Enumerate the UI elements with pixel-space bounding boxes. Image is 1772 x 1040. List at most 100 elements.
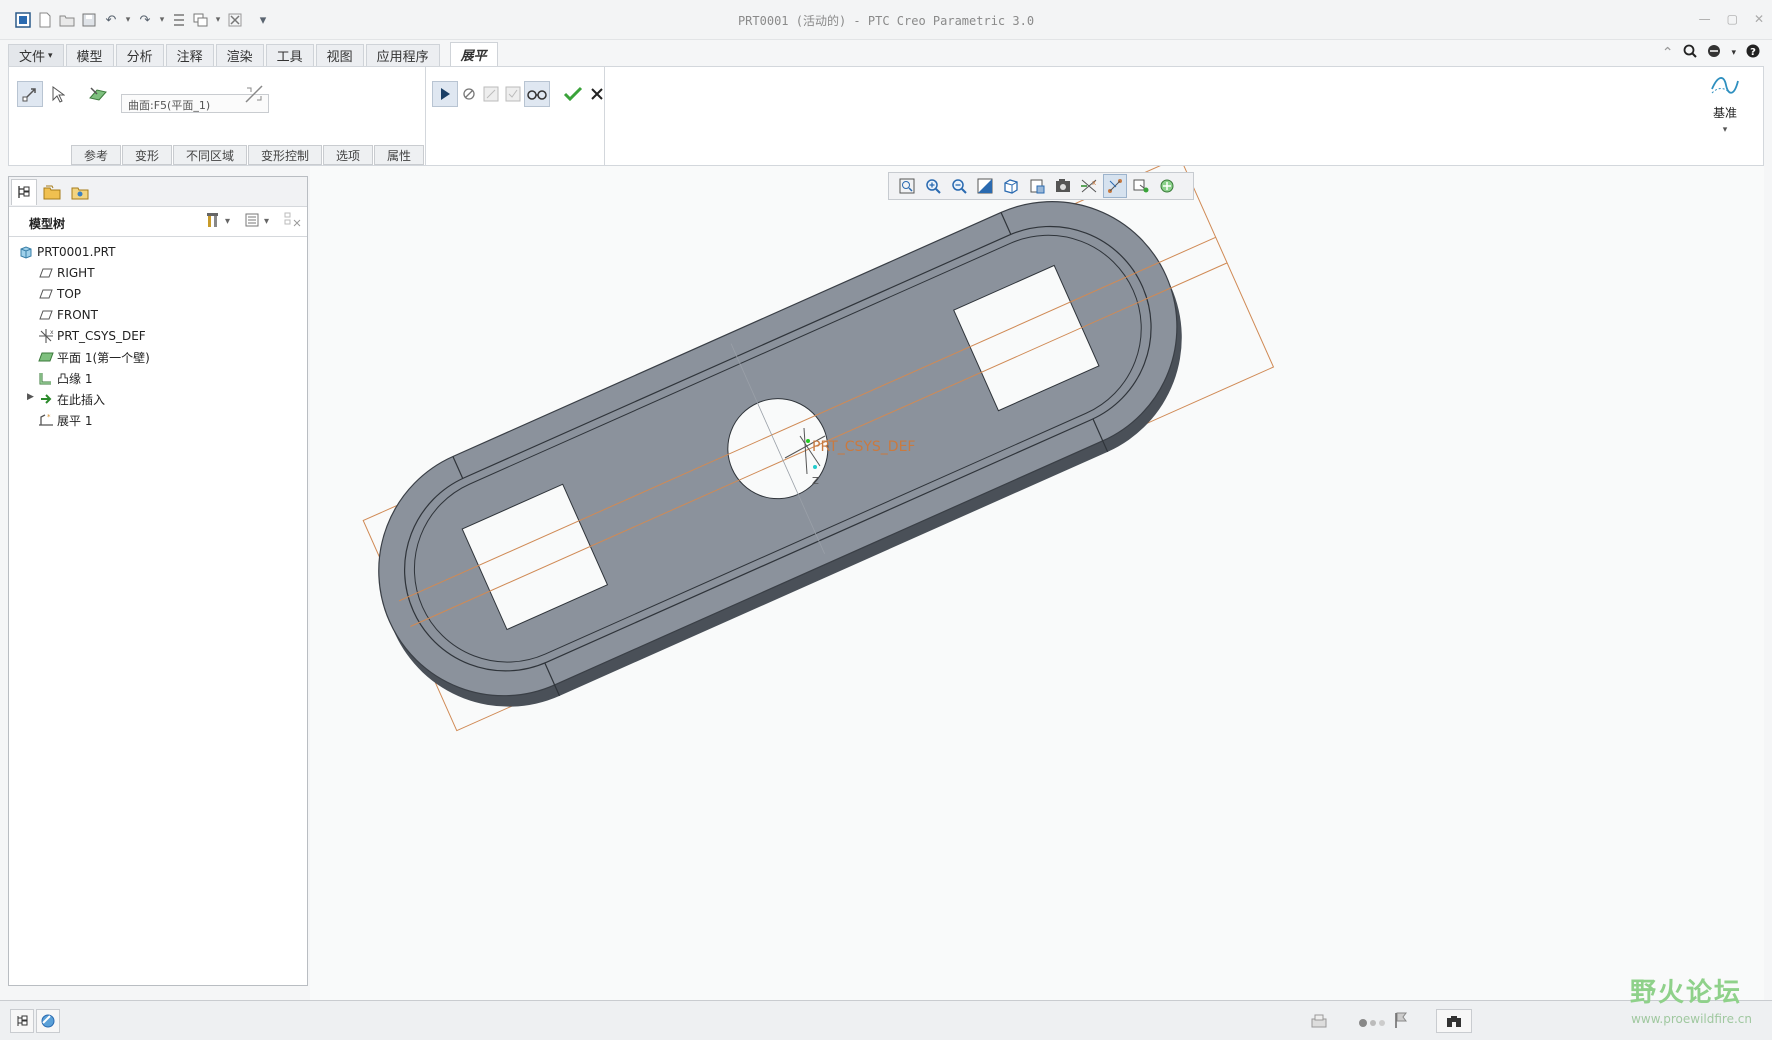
zoom-in-icon[interactable]	[921, 174, 945, 198]
play-icon[interactable]	[432, 81, 458, 107]
window-title: PRT0001 (活动的) - PTC Creo Parametric 3.0	[737, 14, 1035, 28]
datum-plane-icon	[37, 286, 55, 302]
glasses-preview-icon[interactable]	[524, 81, 550, 107]
tree-item-right[interactable]: RIGHT	[37, 262, 95, 284]
repaint-icon[interactable]	[973, 174, 997, 198]
show-list-dropdown-icon[interactable]: ▾	[264, 216, 269, 227]
model-tree-header-tools: ▾ ▾	[205, 211, 303, 232]
tree-filter-icon[interactable]	[283, 211, 303, 232]
graphics-toolbar: x	[888, 172, 1194, 200]
subtab-different-areas[interactable]: 不同区域	[173, 145, 247, 165]
flag-icon[interactable]	[1394, 1011, 1408, 1032]
subtab-properties[interactable]: 属性	[374, 145, 424, 165]
model-tree-header: 模型树 ▾ ▾	[9, 207, 307, 237]
refit-icon[interactable]	[895, 174, 919, 198]
subtab-deform[interactable]: 变形	[122, 145, 172, 165]
tab-render[interactable]: 渲染	[215, 44, 264, 66]
zoom-out-icon[interactable]	[947, 174, 971, 198]
tree-settings-icon[interactable]	[205, 211, 221, 232]
progress-dots-icon	[1358, 1017, 1388, 1031]
select-arrow-icon[interactable]	[45, 81, 71, 107]
tab-applications[interactable]: 应用程序	[365, 44, 440, 66]
expand-arrow-icon[interactable]: ▶	[27, 392, 37, 402]
datum-plane-icon	[37, 265, 55, 281]
tab-view[interactable]: 视图	[315, 44, 364, 66]
datum-plane-icon	[37, 307, 55, 323]
tree-item-flange[interactable]: 凸缘 1	[37, 367, 92, 389]
minimize-icon[interactable]: —	[1699, 12, 1711, 26]
tree-item-part[interactable]: PRT0001.PRT	[17, 241, 115, 263]
search-icon[interactable]	[1683, 44, 1698, 62]
cancel-x-icon[interactable]	[584, 81, 610, 107]
svg-text:x: x	[50, 329, 54, 336]
model-tree-tab-icon[interactable]	[11, 178, 37, 205]
close-icon[interactable]: ✕	[1754, 12, 1764, 26]
favorites-tab-icon[interactable]	[67, 179, 93, 205]
view-manager-icon[interactable]	[1051, 174, 1075, 198]
community-icon[interactable]	[1707, 44, 1721, 62]
maximize-icon[interactable]: ▢	[1727, 12, 1738, 26]
select-anchor-icon[interactable]	[17, 81, 43, 107]
appearance-gallery-icon[interactable]	[1155, 174, 1179, 198]
community-dropdown-icon[interactable]: ▾	[1731, 48, 1736, 58]
saved-views-icon[interactable]	[999, 174, 1023, 198]
tab-analysis[interactable]: 分析	[115, 44, 164, 66]
show-navigator-icon[interactable]	[10, 1009, 34, 1033]
tree-item-label: 在此插入	[57, 392, 106, 407]
tree-item-top[interactable]: TOP	[37, 283, 81, 305]
tree-settings-dropdown-icon[interactable]: ▾	[225, 216, 230, 227]
subtab-options[interactable]: 选项	[323, 145, 373, 165]
tree-item-label: FRONT	[57, 308, 98, 322]
tree-item-insert-here[interactable]: 在此插入	[37, 388, 105, 410]
help-icon[interactable]: ?	[1746, 44, 1760, 62]
navigator-tabs	[9, 177, 307, 207]
verify-disabled-icon[interactable]	[500, 81, 526, 107]
svg-text:?: ?	[1750, 47, 1756, 58]
watermark-url: www.proewildfire.cn	[1631, 1012, 1752, 1026]
tree-item-label: RIGHT	[57, 266, 95, 280]
tab-file[interactable]: 文件 ▾	[8, 44, 64, 66]
flat-wall-icon	[37, 349, 55, 365]
tab-flatten[interactable]: 展平	[449, 42, 498, 66]
graphics-window[interactable]: PRT_CSYS_DEF Z	[310, 156, 1764, 1000]
tree-item-csys[interactable]: x PRT_CSYS_DEF	[37, 325, 146, 347]
tree-item-label: PRT0001.PRT	[37, 245, 116, 259]
svg-text:*: *	[47, 413, 51, 421]
show-browser-icon[interactable]	[36, 1009, 60, 1033]
svg-text:x: x	[1092, 179, 1096, 187]
show-list-icon[interactable]	[244, 212, 260, 231]
spin-center-icon[interactable]	[1129, 174, 1153, 198]
datum-group[interactable]: 基准 ▾	[1703, 73, 1747, 135]
collapse-ribbon-icon[interactable]: ⌃	[1662, 45, 1674, 61]
tree-item-label: TOP	[57, 287, 82, 301]
tree-item-flat-wall[interactable]: 平面 1(第一个壁)	[37, 346, 150, 368]
subtab-deform-control[interactable]: 变形控制	[248, 145, 322, 165]
tree-item-front[interactable]: FRONT	[37, 304, 98, 326]
tree-item-label: 凸缘 1	[57, 371, 93, 386]
find-icon[interactable]	[1436, 1009, 1472, 1033]
menu-right-tools: ⌃ ▾ ?	[1662, 44, 1760, 62]
tab-model[interactable]: 模型	[65, 44, 114, 66]
tab-annotate[interactable]: 注释	[165, 44, 214, 66]
tab-tools[interactable]: 工具	[265, 44, 314, 66]
model-view	[362, 156, 1275, 732]
csys-label: PRT_CSYS_DEF	[812, 439, 916, 455]
tree-item-label: 展平 1	[57, 413, 93, 428]
accept-check-icon[interactable]	[560, 81, 586, 107]
z-axis-label: Z	[812, 476, 819, 487]
annotation-display-icon[interactable]	[1103, 174, 1127, 198]
display-style-icon[interactable]	[1025, 174, 1049, 198]
csys-icon: x	[37, 328, 55, 344]
subtab-references[interactable]: 参考	[71, 145, 121, 165]
datum-display-filters-icon[interactable]: x	[1077, 174, 1101, 198]
flip-direction-icon[interactable]	[241, 81, 267, 107]
folder-browser-tab-icon[interactable]	[39, 179, 65, 205]
flatten-references-group: 曲面:F5(平面_1) 参考 变形 不同区域 变形控制 选项 属性	[9, 67, 425, 165]
ribbon-tabs: 文件 ▾ 模型 分析 注释 渲染 工具 视图 应用程序 展平 ⌃ ▾ ?	[8, 42, 1764, 66]
datum-label: 基准	[1712, 106, 1737, 120]
flange-icon	[37, 370, 55, 386]
tree-item-flatten[interactable]: * 展平 1	[37, 409, 92, 431]
file-dropdown-icon: ▾	[48, 50, 53, 61]
regen-status-icon[interactable]	[1310, 1013, 1328, 1032]
surface-select-icon[interactable]	[85, 81, 111, 107]
